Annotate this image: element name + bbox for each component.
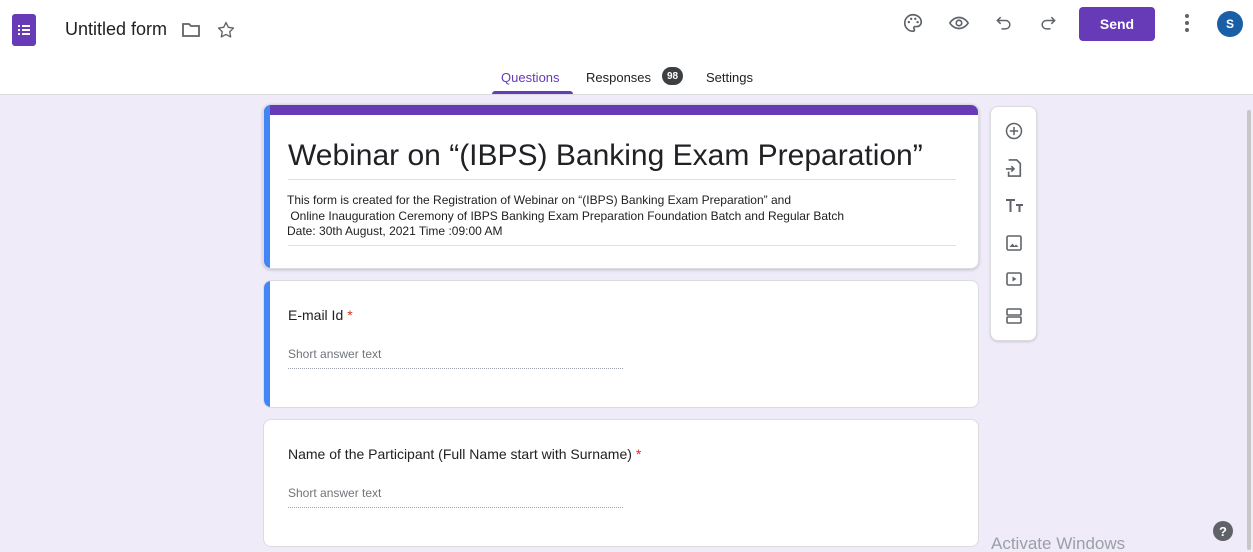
form-description[interactable]: This form is created for the Registratio… bbox=[287, 193, 844, 240]
required-asterisk: * bbox=[635, 446, 642, 462]
import-questions-icon[interactable] bbox=[1002, 156, 1026, 180]
form-title-card[interactable]: Webinar on “(IBPS) Banking Exam Preparat… bbox=[263, 104, 979, 269]
redo-icon[interactable] bbox=[1035, 10, 1061, 36]
active-tab-indicator bbox=[492, 91, 573, 94]
help-icon[interactable]: ? bbox=[1213, 521, 1233, 541]
required-asterisk: * bbox=[347, 307, 353, 323]
undo-icon[interactable] bbox=[991, 10, 1017, 36]
question-title: E-mail Id bbox=[288, 307, 344, 323]
add-title-icon[interactable] bbox=[1002, 194, 1026, 218]
activate-windows-watermark: Activate Windows bbox=[991, 534, 1126, 552]
forms-logo-icon[interactable] bbox=[12, 14, 36, 46]
add-question-icon[interactable] bbox=[1002, 119, 1026, 143]
form-document-title[interactable]: Untitled form bbox=[65, 19, 167, 40]
short-answer-placeholder: Short answer text bbox=[288, 347, 623, 369]
question-label: Name of the Participant (Full Name start… bbox=[288, 446, 641, 462]
description-underline bbox=[288, 245, 956, 246]
app-header: Untitled form Send S Questions Responses… bbox=[0, 0, 1253, 95]
preview-eye-icon[interactable] bbox=[946, 10, 972, 36]
palette-icon[interactable] bbox=[900, 10, 926, 36]
accent-band bbox=[264, 105, 978, 115]
tab-responses[interactable]: Responses bbox=[586, 70, 651, 85]
send-button[interactable]: Send bbox=[1079, 7, 1155, 41]
form-tabs: Questions Responses 98 Settings bbox=[0, 66, 1253, 94]
add-image-icon[interactable] bbox=[1002, 231, 1026, 255]
floating-toolbar bbox=[990, 106, 1037, 341]
star-icon[interactable] bbox=[213, 17, 239, 43]
tab-questions[interactable]: Questions bbox=[501, 70, 560, 85]
title-underline bbox=[288, 179, 956, 180]
add-section-icon[interactable] bbox=[1002, 304, 1026, 328]
question-card-email[interactable]: E-mail Id * Short answer text bbox=[263, 280, 979, 408]
folder-icon[interactable] bbox=[178, 17, 204, 43]
tab-settings[interactable]: Settings bbox=[706, 70, 753, 85]
focus-indicator bbox=[264, 105, 270, 268]
more-vert-icon[interactable] bbox=[1174, 10, 1200, 36]
page-scrollbar[interactable] bbox=[1247, 110, 1251, 550]
question-title: Name of the Participant (Full Name start… bbox=[288, 446, 632, 462]
add-video-icon[interactable] bbox=[1002, 267, 1026, 291]
responses-count-badge: 98 bbox=[662, 67, 683, 85]
form-heading[interactable]: Webinar on “(IBPS) Banking Exam Preparat… bbox=[288, 139, 923, 173]
focus-indicator bbox=[264, 281, 270, 407]
question-card-participant-name[interactable]: Name of the Participant (Full Name start… bbox=[263, 419, 979, 547]
forms-logo-glyph bbox=[18, 25, 30, 35]
question-label: E-mail Id * bbox=[288, 307, 353, 323]
short-answer-placeholder: Short answer text bbox=[288, 486, 623, 508]
account-avatar[interactable]: S bbox=[1217, 11, 1243, 37]
